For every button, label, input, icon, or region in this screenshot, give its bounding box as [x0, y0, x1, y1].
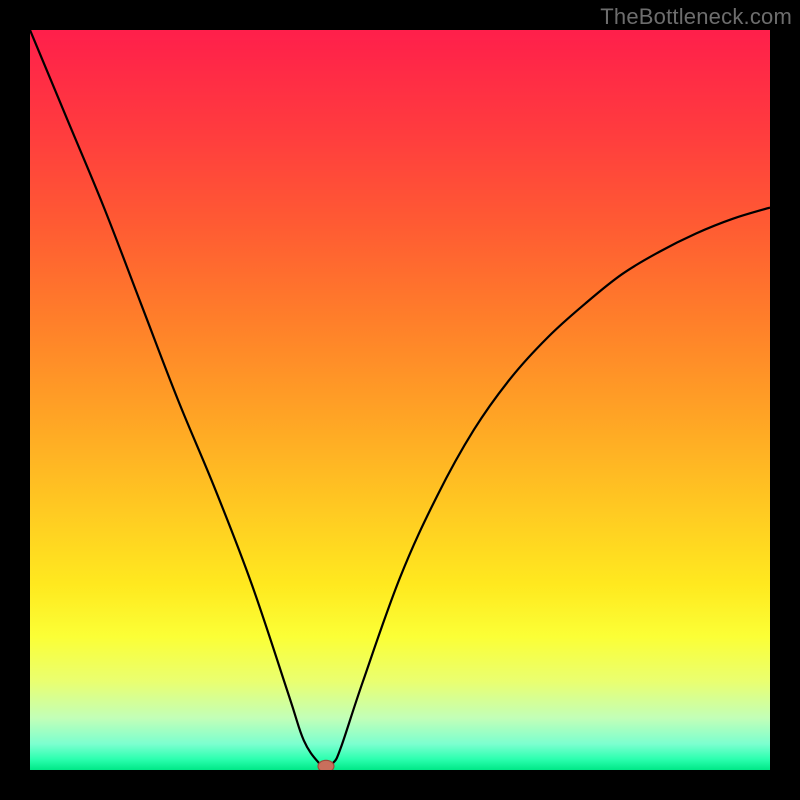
chart-container: TheBottleneck.com: [0, 0, 800, 800]
chart-svg: [30, 30, 770, 770]
watermark-label: TheBottleneck.com: [600, 4, 792, 30]
plot-area: [30, 30, 770, 770]
gradient-background: [30, 30, 770, 770]
optimal-point-marker: [318, 760, 334, 770]
